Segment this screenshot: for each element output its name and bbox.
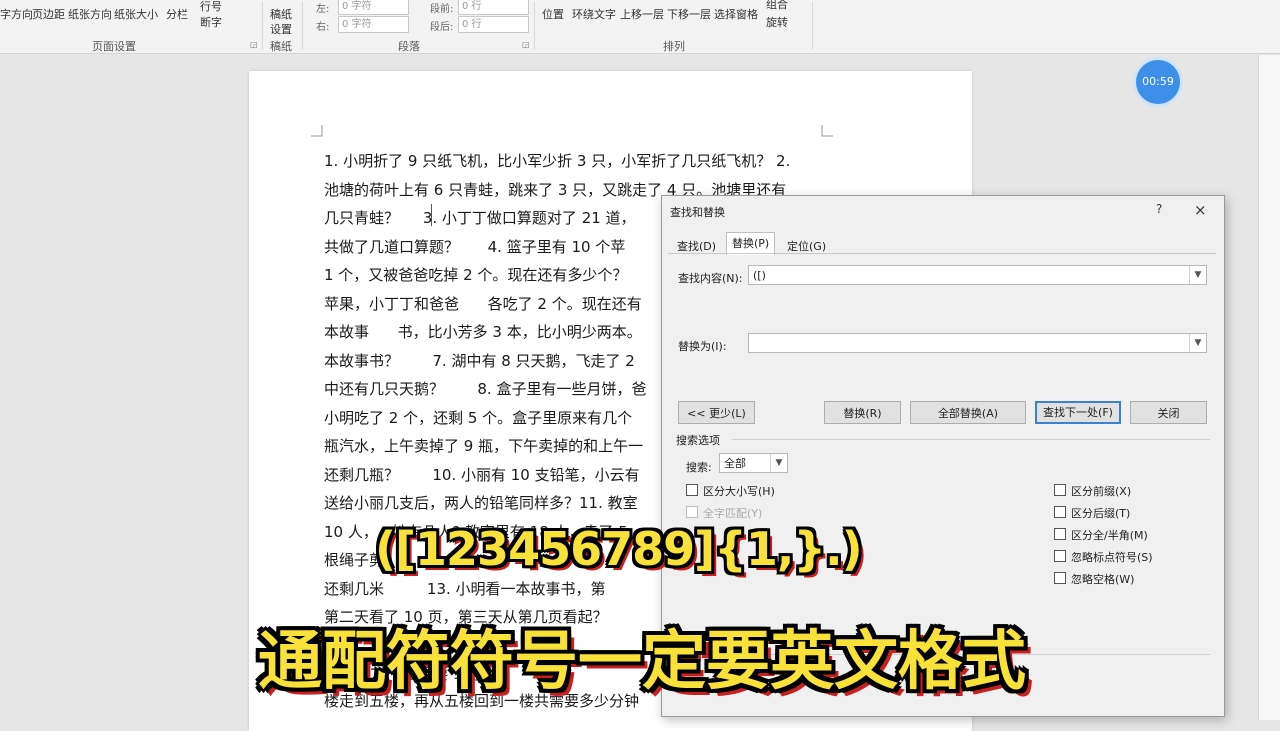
replace-label: 替换为(I): [678, 340, 727, 353]
checkbox-label: 区分后缀(T) [1071, 507, 1131, 520]
selection-pane-button[interactable]: 选择窗格 [714, 6, 758, 22]
draft-paper-button[interactable]: 稿纸 [270, 6, 292, 22]
dialog-title: 查找和替换 [670, 206, 725, 219]
side-pane [1258, 55, 1280, 720]
spacing-after-label: 段后: [430, 22, 454, 33]
match-prefix-checkbox[interactable]: 区分前缀(X) [1054, 483, 1131, 499]
checkbox-box [1054, 484, 1066, 496]
bring-forward-button[interactable]: 上移一层 [620, 6, 664, 22]
checkbox-label: 全字匹配(Y) [703, 507, 763, 520]
doc-line: 小明吃了 2 个，还剩 5 个。盒子里原来有几个 [324, 409, 633, 427]
doc-line: 还剩几瓶？ 10. 小丽有 10 支铅笔，小云有 [324, 466, 640, 484]
close-icon[interactable]: × [1194, 201, 1207, 219]
doc-line: 送给小丽几支后，两人的铅笔同样多？11. 教室 [324, 494, 638, 512]
rotate-button[interactable]: 旋转 [766, 14, 788, 30]
checkbox-box [1054, 528, 1066, 540]
match-width-checkbox[interactable]: 区分全/半角(M) [1054, 527, 1148, 543]
checkbox-label: 区分大小写(H) [703, 485, 775, 498]
orientation-button[interactable]: 纸张方向 [68, 6, 112, 22]
draft-group-label: 稿纸 [270, 40, 292, 53]
checkbox-label: 忽略标点符号(S) [1071, 551, 1153, 564]
match-suffix-checkbox[interactable]: 区分后缀(T) [1054, 505, 1130, 521]
spacing-before-label: 段前: [430, 4, 454, 15]
search-options-title: 搜索选项 [676, 434, 720, 447]
columns-button[interactable]: 分栏 [166, 6, 188, 22]
divider [262, 2, 263, 50]
find-input[interactable]: ([) ▼ [748, 265, 1207, 285]
indent-right-field[interactable]: 0 字符 [338, 16, 409, 33]
less-button[interactable]: << 更少(L) [678, 401, 755, 424]
doc-line: 瓶汽水，上午卖掉了 9 瓶，下午卖掉的和上午一 [324, 437, 644, 455]
size-button[interactable]: 纸张大小 [114, 6, 158, 22]
indent-right-label: 右: [316, 22, 330, 33]
recording-timer[interactable]: 00:59 [1136, 60, 1180, 104]
paragraph-group-label: 段落 [398, 40, 420, 53]
ribbon: 字方向 页边距 纸张方向 纸张大小 分栏 行号 断字 页面设置 ◲ 稿纸 设置 … [0, 0, 1280, 54]
replace-input[interactable]: ▼ [748, 333, 1207, 353]
doc-line: 中还有几只天鹅？ 8. 盒子里有一些月饼，爸 [324, 380, 647, 398]
page-setup-group-label: 页面设置 [92, 40, 136, 53]
doc-line: 几只青蛙？ 3. 小丁丁做口算题对了 21 道， [324, 209, 636, 227]
crop-mark-top-right [821, 125, 833, 137]
search-direction-value: 全部 [724, 457, 746, 470]
checkbox-box [1054, 550, 1066, 562]
tab-divider [668, 253, 1216, 254]
doc-line: 还剩几米 13. 小明看一本故事书，第 [324, 580, 606, 598]
checkbox-box [1054, 572, 1066, 584]
text-direction-button[interactable]: 字方向 [0, 6, 33, 22]
checkbox-label: 区分全/半角(M) [1071, 529, 1148, 542]
checkbox-box [1054, 506, 1066, 518]
group-objects-button[interactable]: 组合 [766, 0, 788, 12]
tab-replace[interactable]: 替换(P) [726, 232, 776, 255]
chevron-down-icon[interactable]: ▼ [770, 454, 787, 472]
wrap-text-button[interactable]: 环绕文字 [572, 6, 616, 22]
spacing-after-field[interactable]: 0 行 [458, 16, 529, 33]
note-caption: 通配符符号一定要英文格式 [258, 625, 1026, 699]
find-value: ([) [753, 269, 766, 282]
checkbox-label: 区分前缀(X) [1071, 485, 1132, 498]
doc-line: 本故事书？ 7. 湖中有 8 只天鹅，飞走了 2 [324, 352, 635, 370]
close-button[interactable]: 关闭 [1130, 401, 1207, 424]
paragraph-launcher-icon[interactable]: ◲ [522, 40, 530, 49]
draft-paper-setup-label[interactable]: 设置 [270, 21, 292, 37]
crop-mark-top-left [311, 125, 323, 137]
checkbox-label: 忽略空格(W) [1071, 573, 1135, 586]
line-numbers-button[interactable]: 行号 [200, 0, 222, 14]
doc-line: 本故事 书，比小芳多 3 本，比小明少两本。 [324, 323, 642, 341]
find-label: 查找内容(N): [678, 272, 743, 285]
find-next-button[interactable]: 查找下一处(F) [1035, 401, 1121, 424]
send-backward-button[interactable]: 下移一层 [667, 6, 711, 22]
divider [534, 2, 535, 50]
chevron-down-icon[interactable]: ▼ [1189, 334, 1206, 352]
margins-button[interactable]: 页边距 [32, 6, 65, 22]
regex-caption: ([123456789]{1,}.) [375, 522, 863, 576]
chevron-down-icon[interactable]: ▼ [1189, 266, 1206, 284]
search-direction-select[interactable]: 全部 ▼ [719, 453, 788, 473]
match-case-checkbox[interactable]: 区分大小写(H) [686, 483, 775, 499]
checkbox-box [686, 484, 698, 496]
position-button[interactable]: 位置 [542, 6, 564, 22]
doc-line: 1. 小明折了 9 只纸飞机，比小军少折 3 只，小军折了几只纸飞机？ 2. [324, 152, 791, 170]
doc-line: 苹果，小丁丁和爸爸 各吃了 2 个。现在还有 [324, 295, 642, 313]
divider [812, 2, 813, 50]
replace-button[interactable]: 替换(R) [824, 401, 901, 424]
spacing-before-field[interactable]: 0 行 [458, 0, 529, 15]
help-icon[interactable]: ? [1156, 202, 1162, 216]
hyphenation-button[interactable]: 断字 [200, 14, 222, 30]
divider [302, 2, 303, 50]
doc-line: 1 个，又被爸爸吃掉 2 个。现在还有多少个？ [324, 266, 628, 284]
checkbox-box [686, 506, 698, 518]
indent-left-label: 左: [316, 4, 330, 15]
divider [732, 439, 1210, 440]
page-setup-launcher-icon[interactable]: ◲ [250, 40, 258, 49]
replace-all-button[interactable]: 全部替换(A) [910, 401, 1026, 424]
ignore-space-checkbox[interactable]: 忽略空格(W) [1054, 571, 1134, 587]
whole-word-checkbox[interactable]: 全字匹配(Y) [686, 505, 762, 521]
doc-line: 共做了几道口算题？ 4. 篮子里有 10 个苹 [324, 238, 626, 256]
indent-left-field[interactable]: 0 字符 [338, 0, 409, 15]
ignore-punctuation-checkbox[interactable]: 忽略标点符号(S) [1054, 549, 1153, 565]
search-label: 搜索: [686, 461, 712, 474]
arrange-group-label: 排列 [663, 40, 685, 53]
